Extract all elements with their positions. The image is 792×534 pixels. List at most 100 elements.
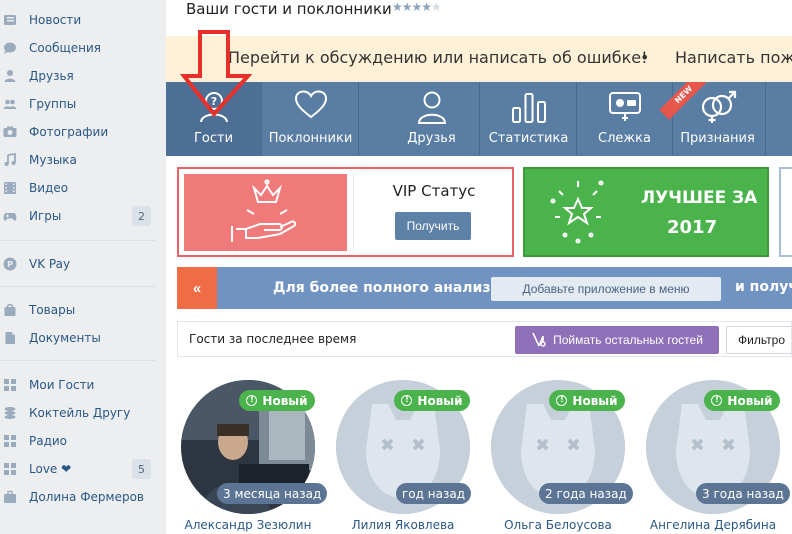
guest-name-link[interactable]: Лилия Яковлева xyxy=(328,518,478,532)
sidebar-item-label: VK Pay xyxy=(29,257,71,271)
sidebar-item-news[interactable]: Новости xyxy=(0,8,166,32)
sidebar-item-video[interactable]: Видео xyxy=(0,176,166,200)
messages-icon xyxy=(3,41,17,55)
sidebar-item-love[interactable]: Love ❤ 5 xyxy=(0,457,166,481)
bar-chart-icon xyxy=(481,90,576,124)
sidebar-item-label: Долина Фермеров xyxy=(29,490,144,504)
sidebar-item-radio[interactable]: Радио xyxy=(0,429,166,453)
tab-label: Гости xyxy=(193,131,234,146)
coins-icon xyxy=(3,406,17,420)
friends-icon xyxy=(3,69,17,83)
guest-name-link[interactable]: Александр Зезюлин xyxy=(173,518,323,532)
notice-link-2[interactable]: Написать поже xyxy=(675,48,792,67)
gender-icon xyxy=(670,90,765,124)
catch-guests-button[interactable]: Поймать остальных гостей xyxy=(515,326,719,354)
new-guest-badge: ! Новый xyxy=(239,390,315,411)
best-of-year: 2017 xyxy=(667,217,718,238)
sidebar-item-music[interactable]: Музыка xyxy=(0,148,166,172)
vk-pay-icon: P xyxy=(3,257,17,271)
tab-confessions[interactable]: NEW Признания xyxy=(659,82,766,156)
guest-card[interactable]: ! Новый 2 года назад Ольга Белоусова xyxy=(491,380,633,534)
news-icon xyxy=(3,13,17,27)
sidebar-item-label: Друзья xyxy=(29,69,74,83)
sidebar-item-label: Видео xyxy=(29,181,69,195)
new-guest-badge: ! Новый xyxy=(394,390,470,411)
sidebar-item-documents[interactable]: Документы xyxy=(0,326,166,350)
heart-icon xyxy=(263,90,358,124)
left-sidebar: Новости Сообщения Друзья Группы Фотограф… xyxy=(0,0,166,534)
document-icon xyxy=(3,331,17,345)
visit-time-badge: 3 месяца назад xyxy=(217,483,328,504)
vip-status-card[interactable]: VIP Статус Получить xyxy=(177,167,514,257)
games-counter-badge: 2 xyxy=(132,206,151,226)
sidebar-item-cocktail[interactable]: Коктейль Другу xyxy=(0,401,166,425)
person-icon xyxy=(384,90,479,124)
guest-card[interactable]: ! Новый год назад Лилия Яковлева xyxy=(336,380,471,534)
sidebar-item-label: Музыка xyxy=(29,153,77,167)
tab-label: Слежка xyxy=(598,131,651,146)
sidebar-divider xyxy=(0,240,156,241)
app-grid-icon xyxy=(3,378,17,392)
sidebar-item-friends[interactable]: Друзья xyxy=(0,64,166,88)
banner-back-button[interactable]: « xyxy=(177,267,217,309)
visit-time-badge: 2 года назад xyxy=(539,483,633,504)
sidebar-item-vk-pay[interactable]: P VK Pay xyxy=(0,252,166,276)
notice-link[interactable]: Перейти к обсуждению или написать об оши… xyxy=(228,48,648,67)
exclamation-icon: ! xyxy=(401,395,413,406)
guest-card[interactable]: ! Новый 3 года назад Ангелина Дерябина xyxy=(646,380,790,534)
tab-statistics[interactable]: Статистика xyxy=(481,82,577,156)
badge-label: Новый xyxy=(262,393,308,408)
tab-friends[interactable]: Друзья xyxy=(384,82,480,156)
best-of-title: ЛУЧШЕЕ ЗА xyxy=(641,188,758,208)
film-icon xyxy=(3,181,17,195)
vk-page: Новости Сообщения Друзья Группы Фотограф… xyxy=(0,0,792,534)
tab-surveillance[interactable]: Слежка xyxy=(577,82,673,156)
sidebar-item-label: Игры xyxy=(29,209,62,223)
groups-icon xyxy=(3,97,17,111)
third-card-partial[interactable] xyxy=(779,167,792,257)
sidebar-item-games[interactable]: Игры 2 xyxy=(0,204,166,228)
guest-name-link[interactable]: Ольга Белоусова xyxy=(483,518,633,532)
crown-hand-icon xyxy=(231,179,297,242)
sidebar-item-label: Сообщения xyxy=(29,41,102,55)
tab-label: Статистика xyxy=(488,131,569,146)
new-guest-badge: ! Новый xyxy=(704,390,780,411)
get-vip-button[interactable]: Получить xyxy=(395,212,471,240)
app-grid-icon xyxy=(3,434,17,448)
love-counter-badge: 5 xyxy=(132,459,151,479)
tab-next-partial[interactable] xyxy=(767,82,792,156)
sidebar-item-farm-valley[interactable]: Долина Фермеров xyxy=(0,485,166,509)
add-to-menu-button[interactable]: Добавьте приложение в меню xyxy=(491,277,721,301)
filter-button[interactable]: Фильтро xyxy=(726,326,791,354)
sidebar-item-label: Love ❤ xyxy=(29,462,72,476)
exclamation-icon: ! xyxy=(556,395,568,406)
guest-name-link[interactable]: Ангелина Дерябина xyxy=(638,518,788,532)
notice-banner[interactable]: Перейти к обсуждению или написать об оши… xyxy=(166,36,792,82)
sidebar-item-label: Коктейль Другу xyxy=(29,406,131,420)
sidebar-item-label: Товары xyxy=(29,303,76,317)
badge-label: Новый xyxy=(417,393,463,408)
tab-admirers[interactable]: Поклонники xyxy=(263,82,359,156)
svg-text:P: P xyxy=(7,260,13,269)
guests-section-title: Гости за последнее время xyxy=(189,332,357,346)
sparkle-star-icon xyxy=(550,180,604,244)
gamepad-icon xyxy=(3,209,17,223)
camera-icon xyxy=(3,125,17,139)
sidebar-item-messages[interactable]: Сообщения xyxy=(0,36,166,60)
fishing-rod-icon xyxy=(532,332,546,347)
sidebar-item-goods[interactable]: Товары xyxy=(0,298,166,322)
sidebar-item-label: Документы xyxy=(29,331,101,345)
tab-label: Друзья xyxy=(407,131,456,146)
sidebar-item-groups[interactable]: Группы xyxy=(0,92,166,116)
briefcase-icon xyxy=(3,490,17,504)
analysis-text: Для более полного анализа xyxy=(273,280,500,296)
sidebar-item-photos[interactable]: Фотографии xyxy=(0,120,166,144)
best-of-year-card[interactable]: ЛУЧШЕЕ ЗА 2017 xyxy=(523,167,769,257)
app-grid-icon xyxy=(3,462,17,476)
red-down-arrow-annotation xyxy=(180,30,252,118)
guest-card[interactable]: ! Новый 3 месяца назад Александр Зезюлин xyxy=(181,380,328,534)
sidebar-item-my-guests[interactable]: Мои Гости xyxy=(0,373,166,397)
catch-guests-label: Поймать остальных гостей xyxy=(553,333,703,347)
exclamation-icon: ! xyxy=(246,395,258,406)
surveillance-icon xyxy=(577,90,672,124)
